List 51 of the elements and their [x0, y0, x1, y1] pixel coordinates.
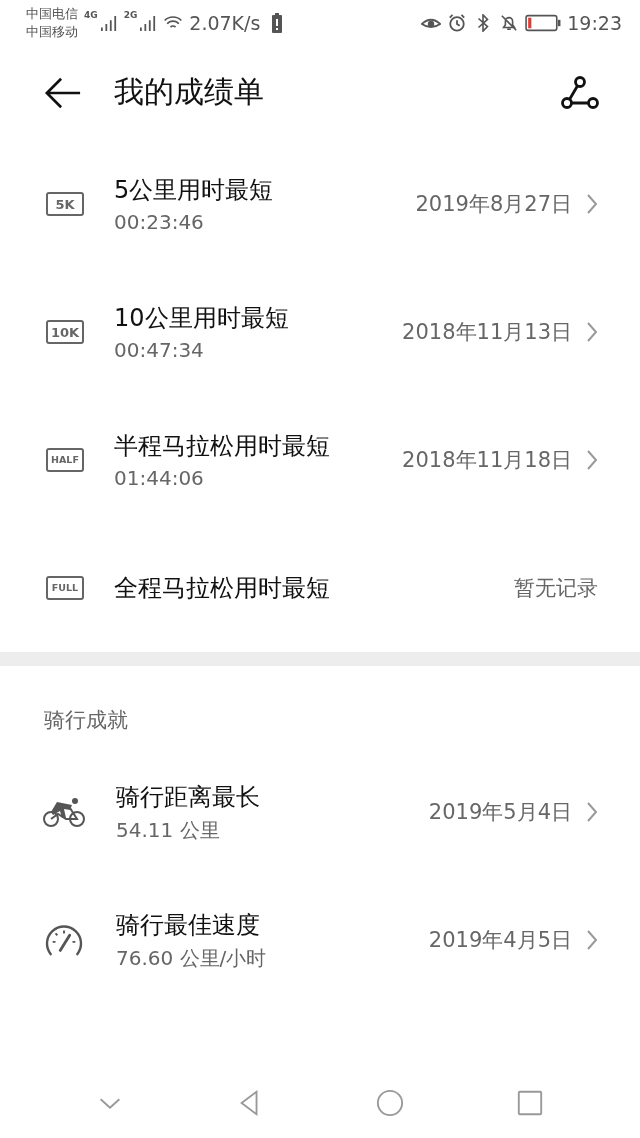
network-type-label: 4G — [84, 10, 98, 20]
record-date: 2019年5月4日 — [428, 799, 572, 826]
chevron-right-icon — [586, 449, 598, 471]
signal-icon — [99, 14, 118, 31]
record-title: 半程马拉松用时最短 — [114, 431, 331, 462]
record-row[interactable]: 骑行距离最长 54.11 公里 2019年5月4日 — [0, 748, 640, 876]
no-record-text: 暂无记录 — [514, 575, 598, 602]
record-row[interactable]: 10K 10公里用时最短 00:47:34 2018年11月13日 — [0, 268, 640, 396]
record-row[interactable]: HALF 半程马拉松用时最短 01:44:06 2018年11月18日 — [0, 396, 640, 524]
record-row[interactable]: 骑行最佳速度 76.60 公里/小时 2019年4月5日 — [0, 876, 640, 1004]
network-speed: 2.07K/s — [189, 11, 261, 34]
chevron-right-icon — [586, 193, 598, 215]
record-row[interactable]: 5K 5公里用时最短 00:23:46 2019年8月27日 — [0, 140, 640, 268]
record-title: 骑行距离最长 — [116, 781, 261, 813]
record-value: 00:47:34 — [114, 338, 205, 362]
distance-badge-icon: FULL — [46, 576, 84, 600]
chevron-right-icon — [586, 929, 598, 951]
chevron-right-icon — [586, 321, 598, 343]
share-icon[interactable] — [560, 74, 600, 111]
page-title: 我的成绩单 — [114, 73, 264, 111]
carrier-name: 中国移动 — [26, 22, 78, 41]
carrier-name: 中国电信 — [26, 4, 78, 23]
record-row[interactable]: FULL 全程马拉松用时最短 暂无记录 — [0, 524, 640, 652]
record-date: 2018年11月18日 — [402, 447, 572, 474]
network-type-label: 2G — [123, 10, 138, 20]
record-title: 10公里用时最短 — [114, 303, 290, 334]
bell-off-icon — [499, 13, 520, 32]
record-date: 2019年8月27日 — [415, 191, 572, 218]
recents-icon[interactable] — [516, 1089, 544, 1117]
home-icon[interactable] — [376, 1089, 404, 1117]
clock-time: 19:23 — [567, 11, 622, 34]
battery-icon — [525, 13, 562, 32]
distance-badge-icon: 5K — [46, 192, 84, 216]
record-value: 54.11 公里 — [116, 816, 221, 844]
signal-icon — [139, 14, 158, 31]
back-arrow-icon[interactable] — [44, 75, 82, 110]
record-date: 2018年11月13日 — [402, 319, 572, 346]
record-date: 2019年4月5日 — [428, 927, 572, 954]
record-title: 骑行最佳速度 — [116, 909, 261, 941]
record-title: 全程马拉松用时最短 — [114, 573, 331, 604]
alarm-icon — [447, 13, 468, 32]
record-value: 76.60 公里/小时 — [116, 944, 268, 972]
record-value: 01:44:06 — [114, 466, 205, 490]
battery-saver-icon — [272, 12, 283, 33]
record-title: 5公里用时最短 — [114, 175, 275, 206]
distance-badge-icon: 10K — [46, 320, 84, 344]
record-value: 00:23:46 — [114, 210, 205, 234]
chevron-right-icon — [586, 801, 598, 823]
section-title: 骑行成就 — [43, 707, 129, 734]
cyclist-icon — [42, 795, 86, 829]
distance-badge-icon: HALF — [46, 448, 84, 472]
